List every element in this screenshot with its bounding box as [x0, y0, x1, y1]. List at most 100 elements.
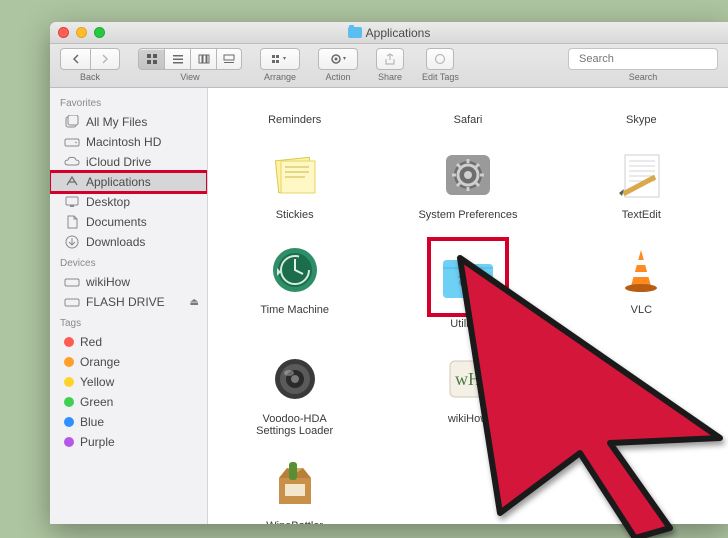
time-machine-icon: [265, 241, 325, 299]
sidebar-tag-blue[interactable]: Blue: [50, 412, 207, 432]
back-label: Back: [80, 72, 100, 82]
app-reminders[interactable]: Reminders: [208, 88, 381, 126]
back-button[interactable]: [60, 48, 90, 70]
sidebar-tag-yellow[interactable]: Yellow: [50, 372, 207, 392]
sidebar-item-macintosh-hd[interactable]: Macintosh HD: [50, 132, 207, 152]
search-input[interactable]: [579, 53, 721, 65]
sidebar-item-downloads[interactable]: Downloads: [50, 232, 207, 252]
sidebar-tag-green[interactable]: Green: [50, 392, 207, 412]
search-label: Search: [629, 72, 658, 82]
drive-icon: [64, 295, 80, 309]
app-winebottler[interactable]: WineBottler: [208, 457, 381, 524]
titlebar[interactable]: Applications: [50, 22, 728, 44]
sidebar-item-label: Applications: [86, 175, 151, 189]
sidebar-item-documents[interactable]: Documents: [50, 212, 207, 232]
app-label: Stickies: [276, 209, 314, 221]
icon-grid-area[interactable]: Reminders Safari Skype Stickies: [208, 88, 728, 524]
sidebar-item-label: Macintosh HD: [86, 135, 161, 149]
sidebar-item-desktop[interactable]: Desktop: [50, 192, 207, 212]
app-system-preferences[interactable]: System Preferences: [381, 146, 554, 221]
app-label: wikiHow: [448, 413, 488, 425]
nav-back-forward: [60, 48, 120, 70]
sidebar-tag-purple[interactable]: Purple: [50, 432, 207, 452]
app-wikihow[interactable]: wH wikiHow: [381, 350, 554, 437]
tag-dot-icon: [64, 377, 74, 387]
favorites-header: Favorites: [50, 92, 207, 112]
app-label: Reminders: [268, 114, 321, 126]
edit-tags-label: Edit Tags: [422, 72, 459, 82]
chevron-right-icon: [100, 54, 110, 64]
gear-icon: [329, 53, 347, 65]
sidebar-item-flash-drive[interactable]: FLASH DRIVE ⏏: [50, 292, 207, 312]
edit-tags-button[interactable]: [426, 48, 454, 70]
window-controls: [58, 27, 105, 38]
app-label: WineBottler: [266, 520, 323, 524]
tag-dot-icon: [64, 397, 74, 407]
tag-dot-icon: [64, 357, 74, 367]
sidebar-item-all-my-files[interactable]: All My Files: [50, 112, 207, 132]
sidebar-item-label: Purple: [80, 435, 115, 449]
action-label: Action: [325, 72, 350, 82]
share-label: Share: [378, 72, 402, 82]
app-voodoo-hda[interactable]: Voodoo-HDA Settings Loader: [208, 350, 381, 437]
sidebar-item-applications[interactable]: Applications: [50, 172, 207, 192]
sidebar-item-label: Yellow: [80, 375, 114, 389]
view-label: View: [180, 72, 199, 82]
arrange-button[interactable]: [260, 48, 300, 70]
app-textedit[interactable]: TextEdit: [555, 146, 728, 221]
app-label: VLC: [631, 304, 652, 316]
list-view-button[interactable]: [164, 48, 190, 70]
sidebar-tag-red[interactable]: Red: [50, 332, 207, 352]
utilities-folder-icon: [431, 241, 505, 313]
app-utilities[interactable]: Utilities: [381, 241, 554, 330]
columns-icon: [198, 53, 210, 65]
devices-header: Devices: [50, 252, 207, 272]
app-label: TextEdit: [622, 209, 661, 221]
sidebar-item-label: Red: [80, 335, 102, 349]
sidebar-item-icloud-drive[interactable]: iCloud Drive: [50, 152, 207, 172]
eject-icon[interactable]: ⏏: [190, 297, 199, 308]
app-safari[interactable]: Safari: [381, 88, 554, 126]
list-icon: [172, 53, 184, 65]
folder-icon: [348, 27, 362, 38]
speaker-icon: [265, 350, 325, 408]
sidebar-item-label: iCloud Drive: [86, 155, 151, 169]
app-vlc[interactable]: VLC: [555, 241, 728, 330]
close-button[interactable]: [58, 27, 69, 38]
sidebar-item-wikihow-disk[interactable]: wikiHow: [50, 272, 207, 292]
app-skype[interactable]: Skype: [555, 88, 728, 126]
share-icon: [384, 53, 396, 65]
apps-icon: [64, 175, 80, 189]
app-label: Voodoo-HDA Settings Loader: [245, 413, 345, 437]
search-field[interactable]: [568, 48, 718, 70]
gear-icon: [438, 146, 498, 204]
icon-view-button[interactable]: [138, 48, 164, 70]
arrange-label: Arrange: [264, 72, 296, 82]
svg-text:wH: wH: [455, 369, 481, 389]
sidebar-item-label: All My Files: [86, 115, 147, 129]
minimize-button[interactable]: [76, 27, 87, 38]
sidebar-item-label: FLASH DRIVE: [86, 295, 165, 309]
app-label: System Preferences: [418, 209, 517, 221]
app-time-machine[interactable]: Time Machine: [208, 241, 381, 330]
coverflow-icon: [223, 53, 235, 65]
sidebar-tag-orange[interactable]: Orange: [50, 352, 207, 372]
stickies-icon: [265, 146, 325, 204]
view-switcher: [138, 48, 242, 70]
coverflow-view-button[interactable]: [216, 48, 242, 70]
sidebar-item-label: Downloads: [86, 235, 145, 249]
chevron-left-icon: [71, 54, 81, 64]
desktop-icon: [64, 195, 80, 209]
share-button[interactable]: [376, 48, 404, 70]
forward-button[interactable]: [90, 48, 120, 70]
app-stickies[interactable]: Stickies: [208, 146, 381, 221]
textedit-icon: [611, 146, 671, 204]
sidebar: Favorites All My Files Macintosh HD iClo…: [50, 88, 208, 524]
wikihow-icon: wH: [438, 350, 498, 408]
vlc-icon: [611, 241, 671, 299]
zoom-button[interactable]: [94, 27, 105, 38]
sidebar-item-label: Orange: [80, 355, 120, 369]
sidebar-item-label: Green: [80, 395, 113, 409]
action-button[interactable]: [318, 48, 358, 70]
column-view-button[interactable]: [190, 48, 216, 70]
